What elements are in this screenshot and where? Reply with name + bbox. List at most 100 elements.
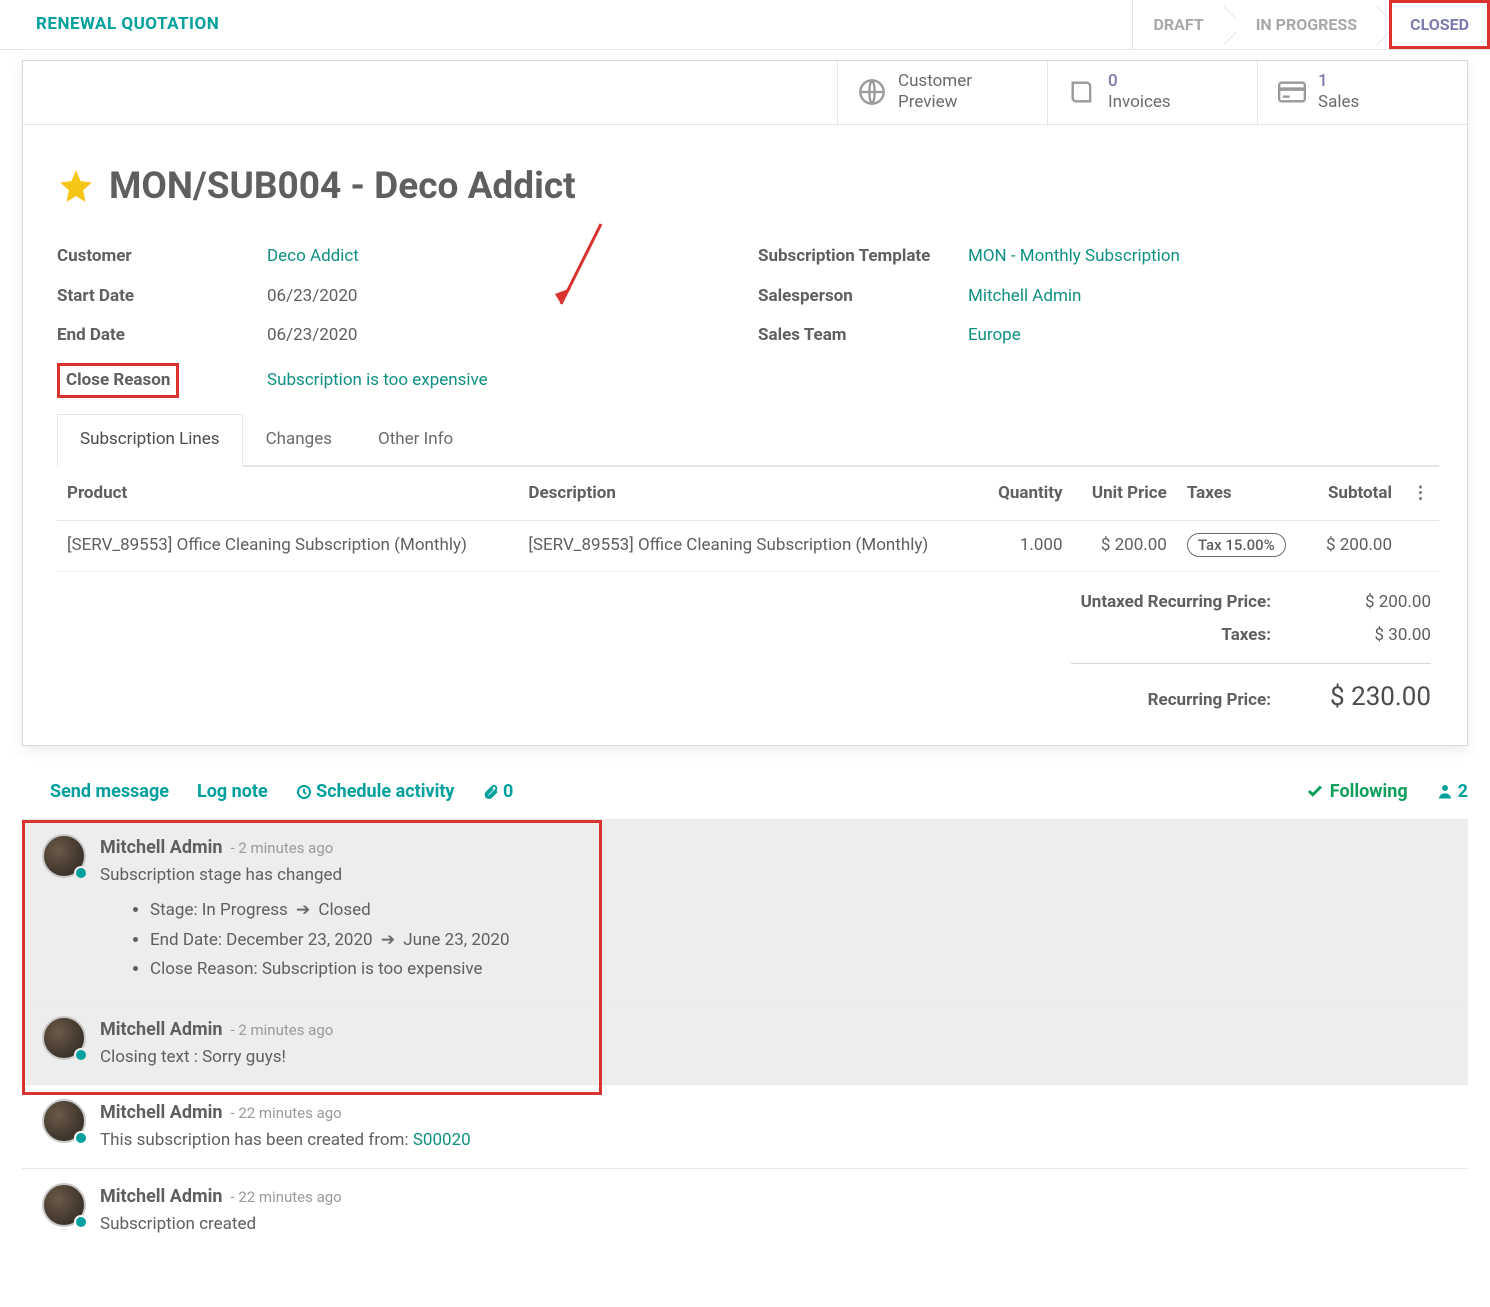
th-taxes[interactable]: Taxes: [1177, 467, 1308, 521]
message: Mitchell Admin - 2 minutes ago Closing te…: [22, 1001, 1468, 1085]
customer-value[interactable]: Deco Addict: [267, 244, 738, 270]
arrow-right-icon: ➔: [381, 928, 395, 954]
message-author[interactable]: Mitchell Admin: [100, 1183, 222, 1210]
status-closed[interactable]: CLOSED: [1389, 0, 1490, 49]
top-bar: RENEWAL QUOTATION DRAFT IN PROGRESS CLOS…: [0, 0, 1490, 50]
start-date-label: Start Date: [57, 284, 267, 310]
message-time: - 2 minutes ago: [230, 1019, 333, 1042]
message: Mitchell Admin - 22 minutes ago This subs…: [22, 1084, 1468, 1168]
following-button[interactable]: Following: [1306, 778, 1408, 805]
table-row[interactable]: [SERV_89553] Office Cleaning Subscriptio…: [57, 521, 1439, 572]
sales-team-value[interactable]: Europe: [968, 323, 1439, 349]
message-bullet: Close Reason: Subscription is too expens…: [150, 957, 1448, 983]
attachments-button[interactable]: 0: [483, 778, 514, 805]
status-draft[interactable]: DRAFT: [1133, 0, 1223, 49]
message-time: - 22 minutes ago: [230, 1186, 341, 1209]
message-text: Closing text : Sorry guys!: [100, 1045, 1448, 1071]
message-text: Subscription stage has changed: [100, 863, 1448, 889]
message-time: - 22 minutes ago: [230, 1102, 341, 1125]
avatar[interactable]: [42, 834, 86, 878]
tax-pill[interactable]: Tax 15.00%: [1187, 533, 1286, 557]
totals: Untaxed Recurring Price: $ 200.00 Taxes:…: [57, 590, 1439, 735]
tabs: Subscription Lines Changes Other Info: [57, 412, 1439, 467]
cell-description: [SERV_89553] Office Cleaning Subscriptio…: [518, 521, 979, 572]
clock-icon: [296, 784, 312, 800]
close-reason-value[interactable]: Subscription is too expensive: [267, 368, 738, 394]
status-flow: DRAFT IN PROGRESS CLOSED: [1132, 0, 1490, 49]
end-date-value: 06/23/2020: [267, 323, 738, 349]
message-bullet: Stage: In Progress ➔ Closed: [150, 898, 1448, 924]
untaxed-label: Untaxed Recurring Price:: [991, 590, 1271, 616]
stat-line2: Preview: [898, 92, 972, 113]
th-product[interactable]: Product: [57, 467, 518, 521]
message-link[interactable]: S00020: [413, 1130, 471, 1150]
message: Mitchell Admin - 2 minutes agoSubscripti…: [22, 819, 1468, 1001]
template-label: Subscription Template: [758, 244, 968, 270]
message-text: This subscription has been created from:…: [100, 1128, 1448, 1154]
avatar[interactable]: [42, 1099, 86, 1143]
schedule-activity-button[interactable]: Schedule activity: [296, 778, 455, 805]
kebab-icon[interactable]: ⋮: [1412, 483, 1429, 503]
log-note-button[interactable]: Log note: [197, 778, 268, 805]
chatter: Send message Log note Schedule activity …: [22, 778, 1468, 1252]
check-icon: [1306, 782, 1324, 800]
sales-label: Sales: [1318, 92, 1359, 113]
th-quantity[interactable]: Quantity: [980, 467, 1073, 521]
presence-dot-icon: [74, 1215, 88, 1229]
sales-count: 1: [1318, 71, 1359, 92]
th-description[interactable]: Description: [518, 467, 979, 521]
stat-line1: Customer: [898, 71, 972, 92]
total-value: $ 230.00: [1311, 678, 1431, 717]
taxes-value: $ 30.00: [1311, 623, 1431, 649]
customer-preview-button[interactable]: Customer Preview: [837, 61, 1047, 124]
message-author[interactable]: Mitchell Admin: [100, 1016, 222, 1043]
invoices-button[interactable]: 0 Invoices: [1047, 61, 1257, 124]
message-text: Subscription created: [100, 1212, 1448, 1238]
close-reason-label: Close Reason: [57, 363, 179, 399]
taxes-label: Taxes:: [991, 623, 1271, 649]
th-subtotal[interactable]: Subtotal: [1307, 467, 1402, 521]
template-value[interactable]: MON - Monthly Subscription: [968, 244, 1439, 270]
subscription-lines-table: Product Description Quantity Unit Price …: [57, 467, 1439, 572]
tab-changes[interactable]: Changes: [243, 414, 355, 467]
message-author[interactable]: Mitchell Admin: [100, 1099, 222, 1126]
total-label: Recurring Price:: [991, 688, 1271, 714]
invoices-count: 0: [1108, 71, 1171, 92]
renewal-quotation-button[interactable]: RENEWAL QUOTATION: [36, 12, 219, 38]
form-sheet: Customer Preview 0 Invoices 1 Sales: [22, 60, 1468, 746]
sales-team-label: Sales Team: [758, 323, 968, 349]
untaxed-value: $ 200.00: [1311, 590, 1431, 616]
arrow-right-icon: ➔: [296, 898, 310, 924]
user-icon: [1436, 782, 1454, 800]
presence-dot-icon: [74, 1131, 88, 1145]
tab-subscription-lines[interactable]: Subscription Lines: [57, 414, 243, 467]
presence-dot-icon: [74, 866, 88, 880]
customer-label: Customer: [57, 244, 267, 270]
followers-button[interactable]: 2: [1436, 778, 1468, 805]
cell-unit-price: $ 200.00: [1073, 521, 1177, 572]
message-author[interactable]: Mitchell Admin: [100, 834, 222, 861]
book-icon: [1068, 78, 1096, 106]
record-title: MON/SUB004 - Deco Addict: [109, 159, 576, 215]
sales-button[interactable]: 1 Sales: [1257, 61, 1467, 124]
favorite-star-icon[interactable]: [57, 167, 95, 205]
start-date-value: 06/23/2020: [267, 284, 738, 310]
cell-product: [SERV_89553] Office Cleaning Subscriptio…: [57, 521, 518, 572]
globe-icon: [858, 78, 886, 106]
cell-subtotal: $ 200.00: [1307, 521, 1402, 572]
salesperson-label: Salesperson: [758, 284, 968, 310]
end-date-label: End Date: [57, 323, 267, 349]
button-box: Customer Preview 0 Invoices 1 Sales: [23, 61, 1467, 125]
invoices-label: Invoices: [1108, 92, 1171, 113]
status-in-progress[interactable]: IN PROGRESS: [1236, 0, 1377, 49]
tab-other-info[interactable]: Other Info: [355, 414, 476, 467]
cell-quantity: 1.000: [980, 521, 1073, 572]
salesperson-value[interactable]: Mitchell Admin: [968, 284, 1439, 310]
avatar[interactable]: [42, 1016, 86, 1060]
message-bullet: End Date: December 23, 2020 ➔ June 23, 2…: [150, 928, 1448, 954]
send-message-button[interactable]: Send message: [50, 778, 169, 805]
card-icon: [1278, 80, 1306, 106]
th-unit-price[interactable]: Unit Price: [1073, 467, 1177, 521]
avatar[interactable]: [42, 1183, 86, 1227]
message: Mitchell Admin - 22 minutes ago Subscript…: [22, 1168, 1468, 1252]
